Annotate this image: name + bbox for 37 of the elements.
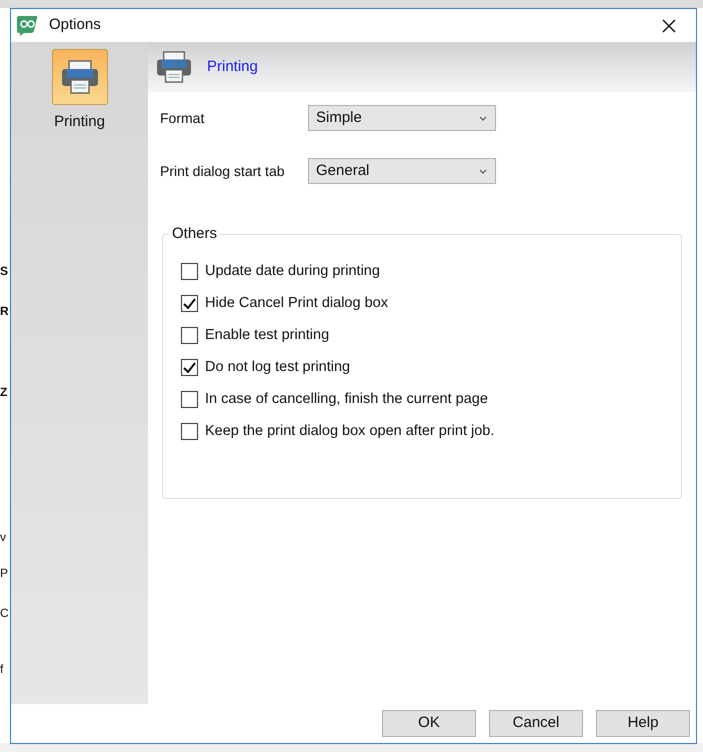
sidebar-item[interactable]: Printing: [52, 49, 108, 134]
printer-icon: [156, 51, 192, 83]
check-icon: [183, 298, 196, 309]
checkbox[interactable]: [181, 263, 198, 280]
checkbox-option[interactable]: Enable test printing: [181, 326, 330, 345]
background-text: Z: [0, 385, 8, 399]
dialog-button[interactable]: Help: [596, 710, 690, 737]
checkbox[interactable]: [181, 295, 198, 312]
dialog-button[interactable]: OK: [382, 710, 476, 737]
checkbox[interactable]: [181, 327, 198, 344]
checkbox-option[interactable]: Keep the print dialog box open after print job.: [181, 422, 494, 441]
checkbox-option[interactable]: In case of cancelling, finish the current page: [181, 390, 488, 409]
checkbox-option[interactable]: Do not log test printing: [181, 358, 350, 377]
background-text: v: [0, 530, 6, 544]
check-icon: [183, 362, 196, 373]
checkbox[interactable]: [181, 391, 198, 408]
field-label: Print dialog start tab: [160, 162, 286, 181]
app-logo-icon: [16, 16, 38, 36]
background-text: S: [0, 264, 8, 278]
window-title: Options: [49, 15, 101, 36]
background-text: f: [0, 662, 4, 676]
field-label: Format: [160, 108, 206, 128]
chevron-down-icon: [479, 116, 487, 120]
checkbox[interactable]: [181, 359, 198, 376]
header-title: Printing: [207, 56, 258, 77]
dropdown[interactable]: General: [308, 158, 496, 184]
close-icon: [662, 18, 676, 32]
printer-icon: [60, 60, 98, 94]
dropdown[interactable]: Simple: [308, 105, 496, 131]
background-text: C: [0, 606, 9, 620]
checkbox[interactable]: [181, 423, 198, 440]
background-text: R: [0, 304, 9, 318]
background-text: P: [0, 566, 8, 580]
checkbox-option[interactable]: Update date during printing: [181, 262, 380, 281]
chevron-down-icon: [479, 168, 487, 174]
dialog-button[interactable]: Cancel: [489, 710, 583, 737]
checkbox-option[interactable]: Hide Cancel Print dialog box: [181, 294, 388, 313]
